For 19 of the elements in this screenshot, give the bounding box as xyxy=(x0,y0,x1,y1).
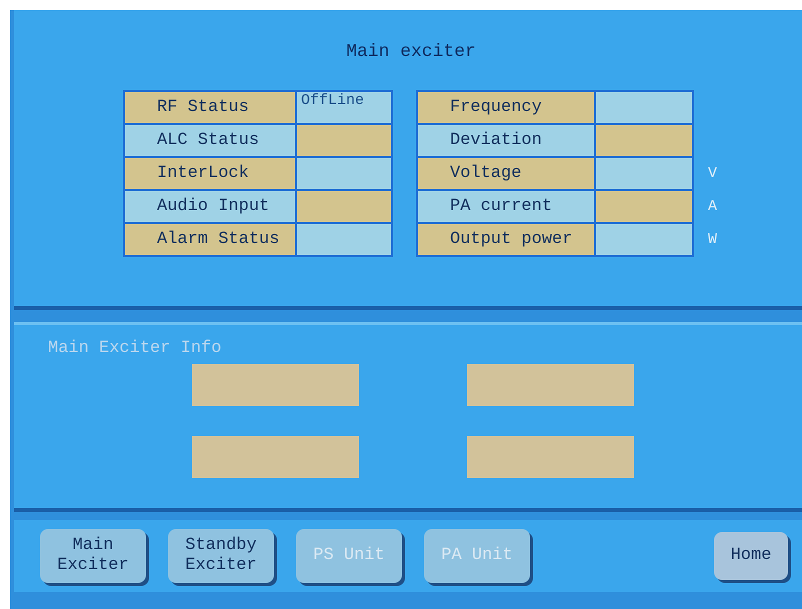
unit-label: A xyxy=(708,197,718,217)
value-cell: OffLine xyxy=(297,92,391,123)
table-cell: Output power xyxy=(418,224,594,255)
table-cell: PA current xyxy=(418,191,594,222)
home-button[interactable]: Home xyxy=(714,532,788,580)
nav-button[interactable]: Standby Exciter xyxy=(168,529,274,583)
section-title: Main Exciter Info xyxy=(48,339,222,358)
table-cell: RF Status xyxy=(125,92,295,123)
table-cell: ALC Status xyxy=(125,125,295,156)
nav-button[interactable]: Main Exciter xyxy=(40,529,146,583)
unit-label: W xyxy=(708,230,718,250)
table-cell: Audio Input xyxy=(125,191,295,222)
screen-title: Main exciter xyxy=(346,42,476,62)
unit-label: V xyxy=(708,164,718,184)
table-cell: Frequency xyxy=(418,92,594,123)
table-cell: Voltage xyxy=(418,158,594,189)
table-cell: Deviation xyxy=(418,125,594,156)
table-cell: InterLock xyxy=(125,158,295,189)
table-cell: Alarm Status xyxy=(125,224,295,255)
